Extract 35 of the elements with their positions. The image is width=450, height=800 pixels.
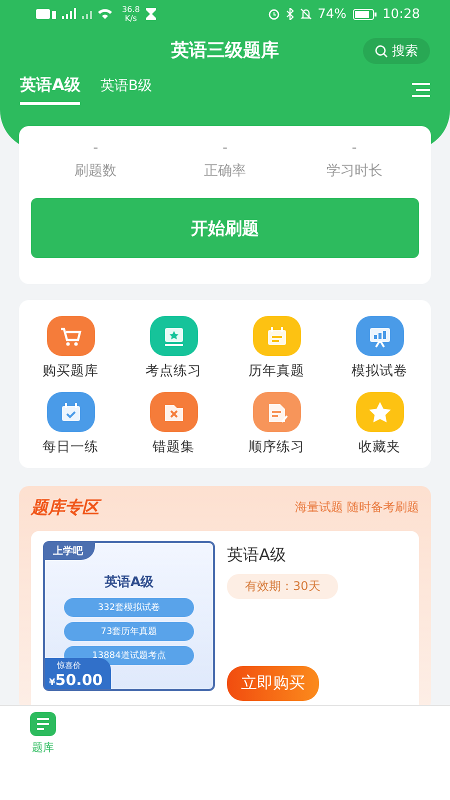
- feature-item[interactable]: 每日一练: [19, 392, 122, 456]
- price-value: ¥50.00: [49, 671, 103, 689]
- feature-item[interactable]: 错题集: [122, 392, 225, 456]
- bluetooth-icon: [286, 8, 294, 20]
- validity-badge: 有效期：30天: [227, 574, 338, 599]
- cover-brand: 上学吧: [45, 543, 95, 560]
- stat-value: -: [222, 140, 228, 156]
- cover-feature: 73套历年真题: [64, 622, 194, 641]
- menu-icon[interactable]: [412, 83, 430, 97]
- battery-icon: [352, 8, 377, 20]
- feature-item[interactable]: 历年真题: [225, 316, 328, 380]
- feature-item[interactable]: 考点练习: [122, 316, 225, 380]
- alarm-icon: [268, 8, 280, 20]
- speed-unit: K/s: [124, 14, 137, 23]
- cover-feature: 332套模拟试卷: [64, 598, 194, 617]
- mute-icon: [300, 8, 312, 20]
- stat-value: -: [352, 140, 357, 156]
- stat-value: -: [93, 140, 98, 156]
- network-speed: 36.8: [122, 5, 140, 14]
- app-title: 英语三级题库: [171, 39, 279, 62]
- stat-label: 刷题数: [74, 162, 117, 180]
- search-icon: [375, 44, 388, 58]
- feature-item[interactable]: 顺序练习: [225, 392, 328, 456]
- feature-item[interactable]: 模拟试卷: [328, 316, 431, 380]
- stat-label: 学习时长: [326, 162, 382, 180]
- feature-item[interactable]: 购买题库: [19, 316, 122, 380]
- product-name: 英语A级: [227, 545, 286, 566]
- feature-item[interactable]: 收藏夹: [328, 392, 431, 456]
- clock-time: 10:28: [382, 6, 420, 22]
- hourglass-icon: [146, 8, 156, 20]
- cover-title: 英语A级: [104, 574, 154, 591]
- list-icon: [30, 712, 56, 736]
- stat-label: 正确率: [204, 162, 246, 180]
- battery-percent: 74%: [318, 6, 347, 22]
- promo-slogan: 海量试题 随时备考刷题: [295, 499, 419, 516]
